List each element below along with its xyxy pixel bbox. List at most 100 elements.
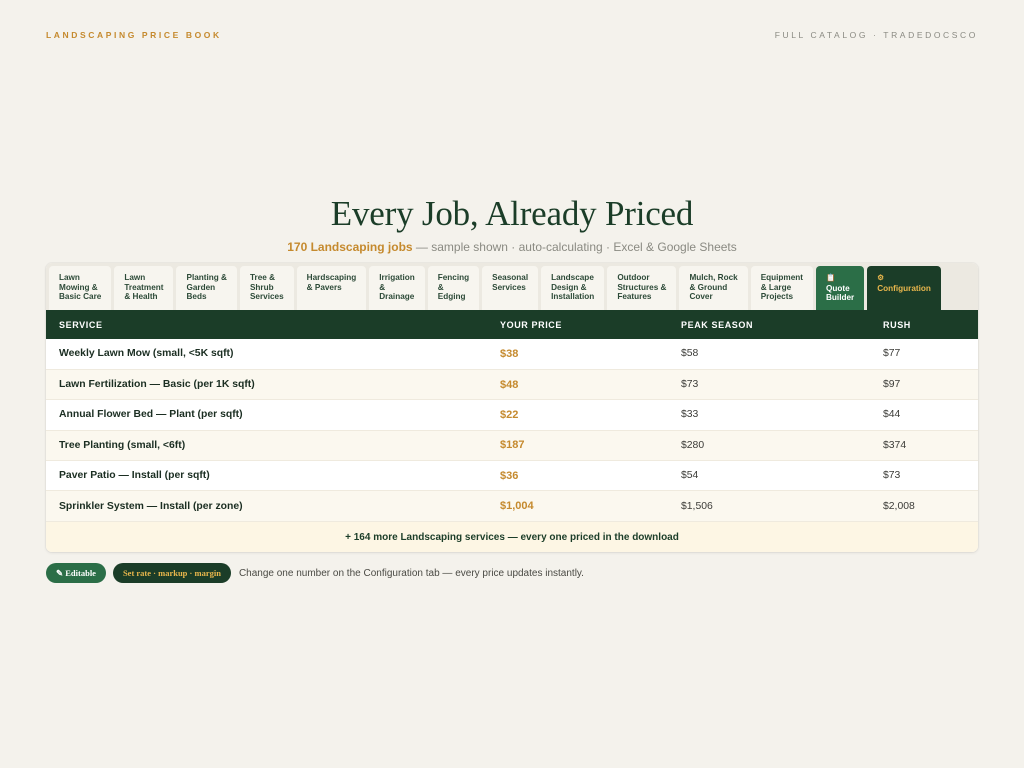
tab-seasonal[interactable]: Seasonal Services <box>482 266 539 310</box>
your-price-cell[interactable]: $187 <box>487 430 668 462</box>
tab-label-line: Equipment <box>760 273 803 282</box>
tab-label-line: Garden <box>186 282 216 292</box>
tab-landscape-design[interactable]: Landscape Design & Installation <box>541 266 605 310</box>
rush-price-cell: $2,008 <box>870 490 978 522</box>
tab-label-line: Quote <box>826 283 850 293</box>
table-row: Sprinkler System — Install (per zone) $1… <box>46 490 978 522</box>
column-header-rush: RUSH <box>883 319 911 330</box>
tab-label-line: Mowing & <box>59 282 98 292</box>
tab-label-line: Edging <box>437 292 466 302</box>
clipboard-icon: 📋 <box>826 273 836 282</box>
service-cell: Paver Patio — Install (per sqft) <box>46 460 487 492</box>
tab-label-line: Outdoor <box>617 273 650 282</box>
job-count: 170 Landscaping jobs <box>287 240 413 254</box>
tab-irrigation[interactable]: Irrigation & Drainage <box>369 266 425 310</box>
tab-label-line: Planting & <box>186 273 227 282</box>
your-price-cell[interactable]: $48 <box>487 369 668 401</box>
service-cell: Sprinkler System — Install (per zone) <box>46 490 487 522</box>
tab-label-line: Tree & <box>249 273 275 282</box>
footer-note: Change one number on the Configuration t… <box>238 567 584 579</box>
service-cell: Annual Flower Bed — Plant (per sqft) <box>46 399 487 431</box>
tab-mulch-rock[interactable]: Mulch, Rock & Ground Cover <box>679 266 748 310</box>
editable-badge[interactable]: ✎ Editable <box>46 563 106 583</box>
tab-tree-shrub[interactable]: Tree & Shrub Services <box>239 266 294 310</box>
column-header-your-price: YOUR PRICE <box>500 319 563 330</box>
tab-label-line: Basic Care <box>59 292 102 302</box>
tab-lawn-treatment[interactable]: Lawn Treatment & Health <box>114 266 174 310</box>
your-price-cell[interactable]: $36 <box>487 460 668 492</box>
tab-label-line: Features <box>617 292 652 302</box>
sheet-tabs: Lawn Mowing & Basic Care Lawn Treatment & He… <box>46 263 978 310</box>
table-row: Annual Flower Bed — Plant (per sqft) $22… <box>46 399 978 431</box>
peak-price-cell: $58 <box>668 339 870 370</box>
table-row: Tree Planting (small, <6ft) $187 $280 $3… <box>46 430 978 462</box>
brand-label: LANDSCAPING PRICE BOOK <box>46 30 222 40</box>
tab-label-line: Builder <box>826 293 855 303</box>
tab-label-line: Treatment <box>124 282 164 292</box>
tab-label-line: Irrigation <box>379 273 415 282</box>
top-bar: LANDSCAPING PRICE BOOK FULL CATALOG · TR… <box>46 30 978 40</box>
your-price-cell[interactable]: $38 <box>487 339 668 370</box>
tab-label-line: Design & <box>551 282 587 292</box>
table-header-row: SERVICE YOUR PRICE PEAK SEASON RUSH <box>46 310 978 339</box>
tab-label-line: Services <box>492 282 526 292</box>
tab-label-line: Hardscaping <box>306 273 357 282</box>
tab-label-line: & Large <box>760 282 792 292</box>
tab-label-line: Structures & <box>617 282 667 292</box>
tab-label-line: Landscape <box>551 273 594 282</box>
peak-price-cell: $1,506 <box>668 490 870 522</box>
table-row: Paver Patio — Install (per sqft) $36 $54… <box>46 460 978 492</box>
price-table: SERVICE YOUR PRICE PEAK SEASON RUSH Week… <box>46 310 978 522</box>
service-cell: Lawn Fertilization — Basic (per 1K sqft) <box>46 369 487 401</box>
tab-hardscaping[interactable]: Hardscaping & Pavers <box>296 266 367 310</box>
tab-label-line: Shrub <box>249 282 274 292</box>
column-header-service: SERVICE <box>59 319 103 330</box>
tab-label-line: Projects <box>760 292 793 302</box>
tab-equipment[interactable]: Equipment & Large Projects <box>750 266 813 310</box>
tab-label-line: & Ground <box>689 282 728 292</box>
tab-configuration[interactable]: ⚙ Configuration <box>867 266 941 310</box>
service-cell: Weekly Lawn Mow (small, <5K sqft) <box>46 339 487 370</box>
tab-label-line: & <box>437 282 444 292</box>
peak-price-cell: $280 <box>668 430 870 462</box>
rush-price-cell: $97 <box>870 369 978 401</box>
tab-label-line: Lawn <box>59 273 80 282</box>
tab-label-line: & <box>379 282 386 292</box>
service-cell: Tree Planting (small, <6ft) <box>46 430 487 462</box>
tab-quote-builder[interactable]: 📋 Quote Builder <box>816 266 865 310</box>
tab-label-line: Seasonal <box>492 273 529 282</box>
tab-lawn-mowing[interactable]: Lawn Mowing & Basic Care <box>49 266 112 310</box>
table-row: Weekly Lawn Mow (small, <5K sqft) $38 $5… <box>46 339 978 370</box>
gear-icon: ⚙ <box>877 273 884 282</box>
column-header-peak-season: PEAK SEASON <box>681 319 754 330</box>
hero: Every Job, Already Priced 170 Landscapin… <box>0 194 1024 254</box>
page-title: Every Job, Already Priced <box>330 194 694 233</box>
rush-price-cell: $73 <box>870 460 978 492</box>
peak-price-cell: $54 <box>668 460 870 492</box>
your-price-cell[interactable]: $1,004 <box>487 490 668 522</box>
tab-label-line: Services <box>249 292 284 302</box>
tab-label-line: Drainage <box>379 292 415 302</box>
rush-price-cell: $44 <box>870 399 978 431</box>
your-price-cell[interactable]: $22 <box>487 399 668 431</box>
tab-label-line: & Pavers <box>306 282 342 292</box>
tab-label-line: Cover <box>689 292 713 302</box>
rate-markup-badge[interactable]: Set rate · markup · margin <box>112 563 231 583</box>
tab-label-line: & Health <box>124 292 158 302</box>
tab-label-line: Configuration <box>877 283 931 293</box>
subtitle-rest: — sample shown · auto-calculating · Exce… <box>412 240 737 254</box>
tab-label-line: Mulch, Rock <box>689 273 738 282</box>
table-row: Lawn Fertilization — Basic (per 1K sqft)… <box>46 369 978 401</box>
tab-label-line: Beds <box>186 292 207 302</box>
peak-price-cell: $73 <box>668 369 870 401</box>
tab-planting[interactable]: Planting & Garden Beds <box>176 266 237 310</box>
tab-label-line: Lawn <box>124 273 146 282</box>
tab-outdoor-structures[interactable]: Outdoor Structures & Features <box>607 266 677 310</box>
rush-price-cell: $374 <box>870 430 978 462</box>
more-services-banner: + 164 more Landscaping services — every … <box>46 521 978 552</box>
tab-label-line: Fencing <box>437 273 470 282</box>
tab-fencing[interactable]: Fencing & Edging <box>427 266 480 310</box>
rush-price-cell: $77 <box>870 339 978 370</box>
catalog-label: FULL CATALOG · TRADEDOCSCO <box>774 30 978 40</box>
footer-bar: ✎ Editable Set rate · markup · margin Ch… <box>46 563 584 583</box>
